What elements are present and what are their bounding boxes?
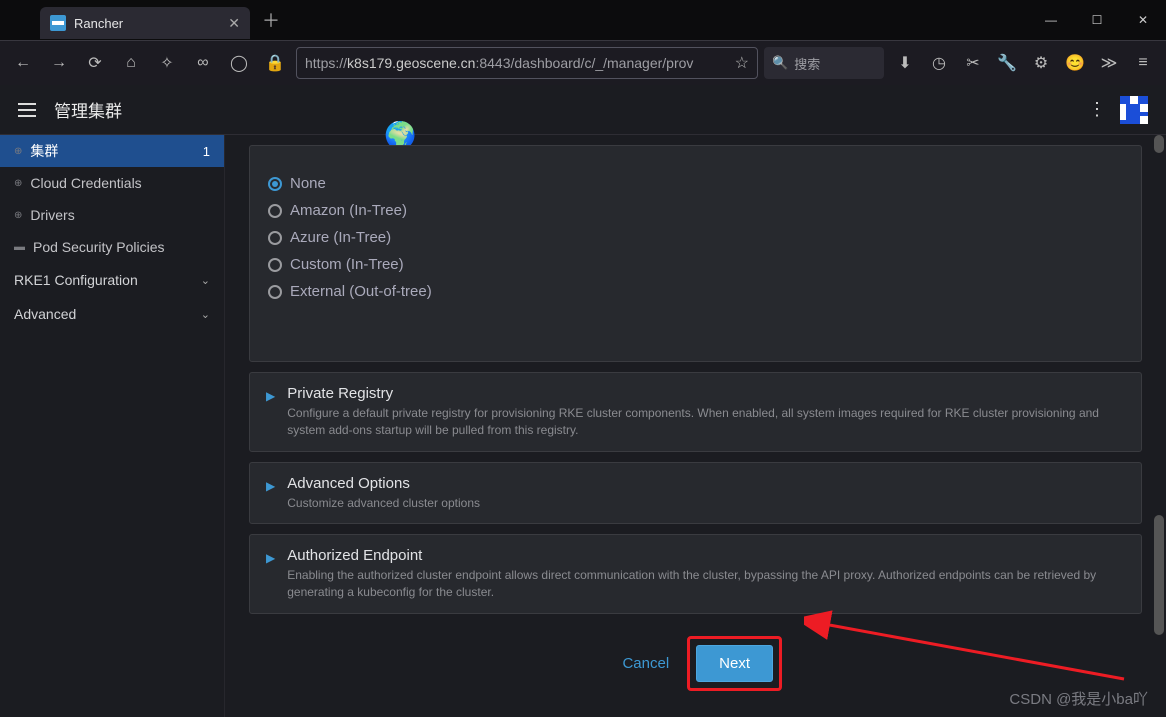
wrench-icon[interactable]: 🔧 bbox=[992, 48, 1022, 78]
panel-title: Authorized Endpoint bbox=[287, 547, 1125, 564]
cut-icon[interactable]: ✂ bbox=[958, 48, 988, 78]
mask-icon[interactable]: ∞ bbox=[188, 48, 218, 78]
avatar[interactable] bbox=[1120, 96, 1148, 124]
radio-icon bbox=[268, 177, 282, 191]
browser-tab[interactable]: Rancher ✕ bbox=[40, 7, 250, 39]
radio-icon bbox=[268, 285, 282, 299]
scrollbar-thumb[interactable] bbox=[1154, 135, 1164, 153]
sidebar-section-label: RKE1 Configuration bbox=[14, 272, 138, 288]
sidebar-item-label: Cloud Credentials bbox=[30, 175, 141, 191]
window-titlebar: Rancher ✕ ＋ ― ☐ ✕ bbox=[0, 0, 1166, 40]
tab-title: Rancher bbox=[74, 16, 220, 31]
radio-option-azure[interactable]: Azure (In-Tree) bbox=[268, 224, 1123, 251]
hamburger-button[interactable] bbox=[18, 103, 36, 117]
panel-description: Customize advanced cluster options bbox=[287, 495, 480, 512]
sidebar-section-label: Advanced bbox=[14, 306, 76, 322]
panel-title: Private Registry bbox=[287, 385, 1125, 402]
radio-label: External (Out-of-tree) bbox=[290, 283, 432, 300]
radio-icon bbox=[268, 231, 282, 245]
folder-icon: ▬ bbox=[14, 241, 25, 253]
footer-actions: Cancel Next bbox=[249, 636, 1142, 691]
bookmark-star-icon[interactable]: ☆ bbox=[735, 53, 749, 73]
tab-close-icon[interactable]: ✕ bbox=[228, 15, 240, 32]
panel-description: Enabling the authorized cluster endpoint… bbox=[287, 567, 1125, 601]
sidebar-item-drivers[interactable]: ⊕ Drivers bbox=[0, 199, 224, 231]
cancel-button[interactable]: Cancel bbox=[622, 655, 669, 672]
window-minimize-button[interactable]: ― bbox=[1028, 0, 1074, 40]
tab-favicon bbox=[50, 15, 66, 31]
globe-icon: ⊕ bbox=[14, 210, 22, 221]
radio-label: Azure (In-Tree) bbox=[290, 229, 391, 246]
search-icon: 🔍 bbox=[772, 55, 788, 71]
search-placeholder: 搜索 bbox=[794, 54, 820, 73]
home-button[interactable]: ⌂ bbox=[116, 48, 146, 78]
sidebar-item-label: Pod Security Policies bbox=[33, 239, 165, 255]
menu-icon[interactable]: ≡ bbox=[1128, 48, 1158, 78]
history-icon[interactable]: ◷ bbox=[924, 48, 954, 78]
sidebar-section-advanced[interactable]: Advanced ⌄ bbox=[0, 297, 224, 331]
radio-icon bbox=[268, 204, 282, 218]
back-button[interactable]: ← bbox=[8, 48, 38, 78]
private-registry-panel[interactable]: ▶ Private Registry Configure a default p… bbox=[249, 372, 1142, 452]
expand-arrow-icon: ▶ bbox=[266, 479, 275, 512]
sidebar-section-rke1[interactable]: RKE1 Configuration ⌄ bbox=[0, 263, 224, 297]
scrollbar-thumb[interactable] bbox=[1154, 515, 1164, 635]
radio-option-external[interactable]: External (Out-of-tree) bbox=[268, 278, 1123, 305]
globe-icon: ⊕ bbox=[14, 178, 22, 189]
search-box[interactable]: 🔍 搜索 bbox=[764, 47, 884, 79]
watermark: CSDN @我是小ba吖 bbox=[1009, 688, 1148, 709]
url-field[interactable]: https://k8s179.geoscene.cn:8443/dashboar… bbox=[296, 47, 758, 79]
radio-label: None bbox=[290, 175, 326, 192]
globe-icon: ⊕ bbox=[14, 146, 22, 157]
window-controls: ― ☐ ✕ bbox=[1028, 0, 1166, 40]
kebab-menu-icon[interactable]: ⋮ bbox=[1088, 99, 1106, 120]
chevron-down-icon: ⌄ bbox=[201, 274, 210, 287]
overflow-icon[interactable]: ≫ bbox=[1094, 48, 1124, 78]
radio-option-none[interactable]: None bbox=[268, 170, 1123, 197]
url-text: https://k8s179.geoscene.cn:8443/dashboar… bbox=[305, 55, 729, 71]
shield-icon[interactable]: ◯ bbox=[224, 48, 254, 78]
sidebar-item-clusters[interactable]: ⊕ 集群 1 bbox=[0, 135, 224, 167]
next-button[interactable]: Next bbox=[696, 645, 773, 682]
window-maximize-button[interactable]: ☐ bbox=[1074, 0, 1120, 40]
app-header: 管理集群 ⋮ bbox=[0, 85, 1166, 135]
window-close-button[interactable]: ✕ bbox=[1120, 0, 1166, 40]
advanced-options-panel[interactable]: ▶ Advanced Options Customize advanced cl… bbox=[249, 462, 1142, 525]
radio-option-custom[interactable]: Custom (In-Tree) bbox=[268, 251, 1123, 278]
lock-icon[interactable]: 🔒 bbox=[260, 48, 290, 78]
page-title: 管理集群 bbox=[54, 97, 122, 122]
highlight-annotation: Next bbox=[687, 636, 782, 691]
sidebar-badge: 1 bbox=[203, 144, 210, 159]
radio-option-amazon[interactable]: Amazon (In-Tree) bbox=[268, 197, 1123, 224]
sidebar-item-label: Drivers bbox=[30, 207, 74, 223]
sidebar-item-pod-security-policies[interactable]: ▬ Pod Security Policies bbox=[0, 231, 224, 263]
radio-icon bbox=[268, 258, 282, 272]
download-icon[interactable]: ⬇ bbox=[890, 48, 920, 78]
sidebar: ⊕ 集群 1 ⊕ Cloud Credentials ⊕ Drivers ▬ P… bbox=[0, 135, 225, 717]
radio-label: Amazon (In-Tree) bbox=[290, 202, 407, 219]
panel-title: Advanced Options bbox=[287, 475, 480, 492]
sidebar-item-cloud-credentials[interactable]: ⊕ Cloud Credentials bbox=[0, 167, 224, 199]
chevron-down-icon: ⌄ bbox=[201, 308, 210, 321]
extension-icon[interactable]: ✧ bbox=[152, 48, 182, 78]
panel-description: Configure a default private registry for… bbox=[287, 405, 1125, 439]
expand-arrow-icon: ▶ bbox=[266, 551, 275, 601]
scrollbar-track[interactable] bbox=[1152, 135, 1166, 717]
browser-toolbar: ← → ⟳ ⌂ ✧ ∞ ◯ 🔒 https://k8s179.geoscene.… bbox=[0, 40, 1166, 85]
profile-icon[interactable]: 😊 bbox=[1060, 48, 1090, 78]
gear-icon[interactable]: ⚙ bbox=[1026, 48, 1056, 78]
sidebar-item-label: 集群 bbox=[30, 141, 58, 161]
reload-button[interactable]: ⟳ bbox=[80, 48, 110, 78]
authorized-endpoint-panel[interactable]: ▶ Authorized Endpoint Enabling the autho… bbox=[249, 534, 1142, 614]
new-tab-button[interactable]: ＋ bbox=[262, 7, 280, 33]
radio-label: Custom (In-Tree) bbox=[290, 256, 404, 273]
forward-button[interactable]: → bbox=[44, 48, 74, 78]
main-content: None Amazon (In-Tree) Azure (In-Tree) Cu… bbox=[225, 135, 1166, 717]
expand-arrow-icon: ▶ bbox=[266, 389, 275, 439]
cloud-provider-panel: None Amazon (In-Tree) Azure (In-Tree) Cu… bbox=[249, 145, 1142, 362]
